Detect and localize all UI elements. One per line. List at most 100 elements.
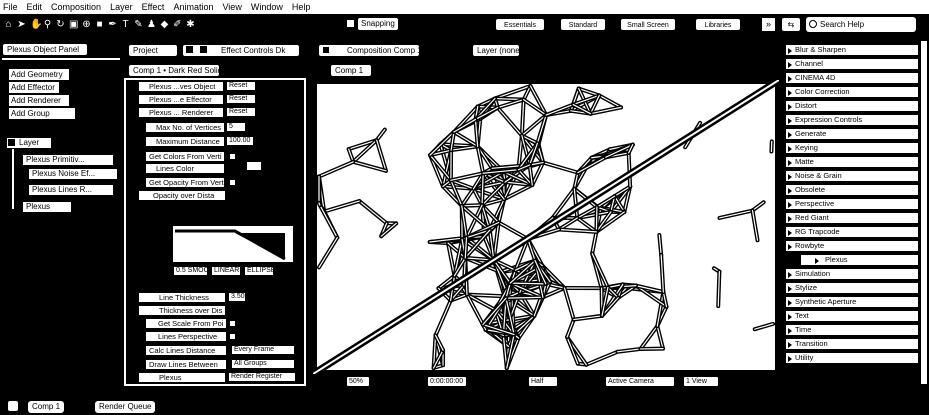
graph-smooth-button[interactable]: 0.5 SMOOTH bbox=[173, 266, 208, 276]
line-thickness-value[interactable]: 3.50 bbox=[228, 292, 246, 302]
snapping-label[interactable]: Snapping bbox=[358, 18, 398, 30]
tab-composition[interactable]: Composition Comp 1 bbox=[318, 44, 420, 57]
graph-ellipse-button[interactable]: ELLIPSE bbox=[244, 266, 274, 276]
prop-max-vertices-value[interactable]: 5 bbox=[226, 122, 246, 132]
reset-button-3[interactable]: Reset bbox=[226, 107, 256, 117]
expand-triangle-icon[interactable] bbox=[788, 118, 792, 124]
get-opacity-checkbox[interactable] bbox=[229, 179, 236, 186]
layer-collapse-icon[interactable] bbox=[8, 139, 15, 146]
expand-triangle-icon[interactable] bbox=[788, 188, 792, 194]
workspace-essentials[interactable]: Essentials bbox=[495, 18, 545, 31]
zoom-dropdown[interactable]: 50% bbox=[346, 376, 370, 387]
search-help-input[interactable]: Search Help bbox=[806, 17, 916, 32]
prop-get-scale[interactable]: Get Scale From Poi bbox=[145, 318, 227, 329]
puppet-tool-icon[interactable]: ✱ bbox=[186, 18, 195, 31]
brush-tool-icon[interactable]: ✎ bbox=[134, 18, 143, 31]
plexus-panel-title[interactable]: Plexus Object Panel bbox=[2, 43, 88, 56]
tab-layer[interactable]: Layer (none) bbox=[472, 44, 520, 57]
menu-file[interactable]: File bbox=[3, 2, 18, 12]
comp-1-chip[interactable]: Comp 1 bbox=[330, 64, 372, 77]
expand-triangle-icon[interactable] bbox=[788, 62, 792, 68]
effect-category-19[interactable]: Text bbox=[785, 310, 919, 322]
workspace-standard[interactable]: Standard bbox=[560, 18, 606, 31]
timecode[interactable]: 0:00:00:00 bbox=[427, 376, 467, 387]
pen-tool-icon[interactable]: ✒ bbox=[108, 18, 117, 31]
effect-category-4[interactable]: Distort bbox=[785, 100, 919, 112]
lines-color-swatch[interactable] bbox=[245, 160, 263, 172]
expand-triangle-icon[interactable] bbox=[788, 174, 792, 180]
add-geometry-button[interactable]: Add Geometry bbox=[8, 68, 70, 81]
effect-category-14[interactable]: Rowbyte bbox=[785, 240, 919, 252]
prop-max-vertices[interactable]: Max No. of Vertices bbox=[145, 122, 225, 133]
reset-button-2[interactable]: Reset bbox=[226, 94, 256, 104]
effect-category-10[interactable]: Obsolete bbox=[785, 184, 919, 196]
render-register-button[interactable]: Render Register bbox=[228, 372, 296, 382]
home-icon[interactable]: ⌂ bbox=[4, 18, 13, 31]
menu-help[interactable]: Help bbox=[292, 2, 311, 12]
prop-max-distance-value[interactable]: 100.00 bbox=[226, 136, 254, 146]
expand-triangle-icon[interactable] bbox=[788, 342, 792, 348]
effect-category-3[interactable]: Color Correction bbox=[785, 86, 919, 98]
expand-triangle-icon[interactable] bbox=[788, 132, 792, 138]
composition-viewer[interactable] bbox=[313, 80, 779, 374]
effects-scrollbar[interactable] bbox=[920, 40, 928, 385]
add-effector-button[interactable]: Add Effector bbox=[8, 81, 60, 94]
expand-triangle-icon[interactable] bbox=[788, 146, 792, 152]
type-tool-icon[interactable]: T bbox=[121, 18, 130, 31]
expand-triangle-icon[interactable] bbox=[788, 76, 792, 82]
expand-triangle-icon[interactable] bbox=[788, 272, 792, 278]
effect-category-17[interactable]: Stylize bbox=[785, 282, 919, 294]
add-group-button[interactable]: Add Group bbox=[8, 107, 76, 120]
effect-category-5[interactable]: Expression Controls bbox=[785, 114, 919, 126]
camera-tool-icon[interactable]: ▣ bbox=[69, 18, 78, 31]
prop-opacity-over-distance[interactable]: Opacity over Dista bbox=[138, 190, 226, 201]
expand-triangle-icon[interactable] bbox=[788, 104, 792, 110]
expand-triangle-icon[interactable] bbox=[788, 202, 792, 208]
zoom-tool-icon[interactable]: ⚲ bbox=[43, 18, 52, 31]
menu-icon[interactable] bbox=[200, 46, 207, 53]
resolution-dropdown[interactable]: Half bbox=[528, 376, 558, 387]
close-comp-icon[interactable] bbox=[8, 401, 18, 411]
prop-lines-perspective[interactable]: Lines Perspective bbox=[145, 331, 227, 342]
effect-category-11[interactable]: Perspective bbox=[785, 198, 919, 210]
lines-perspective-checkbox[interactable] bbox=[229, 333, 236, 340]
snapping-checkbox[interactable] bbox=[346, 19, 355, 28]
effect-category-1[interactable]: Channel bbox=[785, 58, 919, 70]
rotate-tool-icon[interactable]: ↻ bbox=[56, 18, 65, 31]
draw-lines-between-dropdown[interactable]: All Groups bbox=[231, 359, 295, 369]
expand-triangle-icon[interactable] bbox=[788, 244, 792, 250]
expand-triangle-icon[interactable] bbox=[815, 258, 819, 264]
tab-project[interactable]: Project bbox=[128, 44, 178, 57]
calc-lines-distance-dropdown[interactable]: Every Frame bbox=[231, 345, 295, 355]
expand-triangle-icon[interactable] bbox=[788, 216, 792, 222]
expand-triangle-icon[interactable] bbox=[788, 48, 792, 54]
more-workspaces-icon[interactable]: » bbox=[762, 18, 775, 31]
menu-composition[interactable]: Composition bbox=[51, 2, 101, 12]
pan-tool-icon[interactable]: ⊕ bbox=[82, 18, 91, 31]
prop-get-opacity[interactable]: Get Opacity From Vert bbox=[145, 177, 225, 188]
expand-triangle-icon[interactable] bbox=[788, 356, 792, 362]
prop-thickness-over-distance[interactable]: Thickness over Dis bbox=[138, 305, 226, 316]
workspace-small-screen[interactable]: Small Screen bbox=[620, 18, 676, 31]
effect-category-6[interactable]: Generate bbox=[785, 128, 919, 140]
expand-triangle-icon[interactable] bbox=[788, 230, 792, 236]
hand-tool-icon[interactable]: ✋ bbox=[30, 18, 42, 31]
active-camera-dropdown[interactable]: Active Camera bbox=[605, 376, 675, 387]
lock-icon[interactable] bbox=[186, 46, 193, 53]
selection-tool-icon[interactable]: ➤ bbox=[17, 18, 26, 31]
prop-line-thickness[interactable]: Line Thickness bbox=[138, 292, 226, 303]
expand-triangle-icon[interactable] bbox=[788, 286, 792, 292]
menu-view[interactable]: View bbox=[222, 2, 241, 12]
effect-category-22[interactable]: Utility bbox=[785, 352, 919, 364]
prop-get-colors[interactable]: Get Colors From Verti bbox=[145, 151, 225, 162]
prop-calc-lines-distance[interactable]: Calc Lines Distance bbox=[145, 345, 227, 356]
expand-triangle-icon[interactable] bbox=[788, 300, 792, 306]
roto-tool-icon[interactable]: ✐ bbox=[173, 18, 182, 31]
add-renderer-button[interactable]: Add Renderer bbox=[8, 94, 70, 107]
effect-category-12[interactable]: Red Giant bbox=[785, 212, 919, 224]
views-dropdown[interactable]: 1 View bbox=[683, 376, 719, 387]
prop-max-distance[interactable]: Maximum Distance bbox=[145, 136, 225, 147]
sync-icon[interactable]: ⇆ bbox=[782, 18, 800, 31]
menu-effect[interactable]: Effect bbox=[142, 2, 165, 12]
menu-layer[interactable]: Layer bbox=[110, 2, 133, 12]
